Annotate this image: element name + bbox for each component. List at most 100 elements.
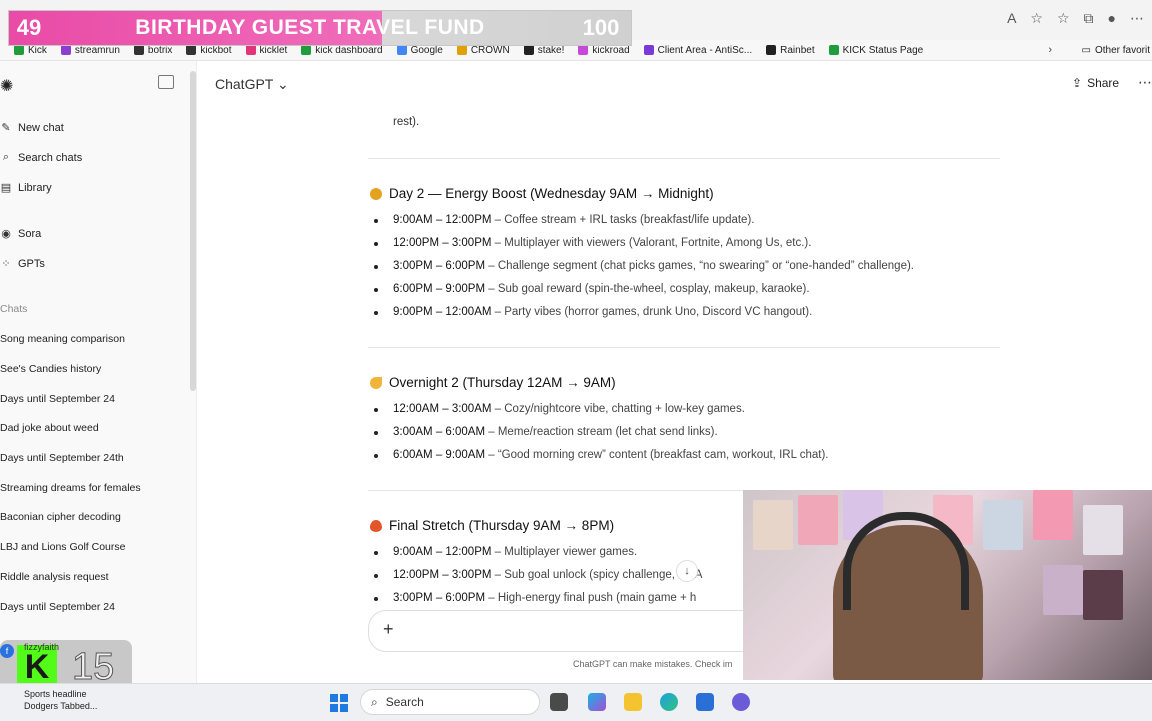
chat-history-item[interactable]: Days until September 24 [0,393,115,405]
bookmark-item[interactable]: botrix [133,44,173,56]
goal-title: BIRTHDAY GUEST TRAVEL FUND [135,16,485,39]
bookmark-icon [578,45,589,55]
nav-library[interactable]: ▤ Library [0,181,52,195]
section-heading: Overnight 2 (Thursday 12AM → 9AM) [370,375,616,390]
search-icon: ⌕ [2,151,10,163]
item-description: – Party vibes (horror games, drunk Uno, … [491,306,813,318]
time-range: 3:00AM – 6:00AM [393,426,486,438]
list-item: 9:00AM – 12:00PM – Multiplayer viewer ga… [374,541,702,564]
library-icon: ▤ [0,182,12,194]
bookmark-label: botrix [147,44,173,56]
nav-new-chat[interactable]: ✎ New chat [0,121,63,135]
favorite-star-icon[interactable]: ☆ [1030,10,1043,27]
time-range: 9:00AM – 12:00PM [393,546,492,558]
list-item: 6:00AM – 9:00AM – “Good morning crew” co… [374,444,829,467]
copilot-icon[interactable] [588,693,606,711]
bookmark-item[interactable]: KICK Status Page [828,45,923,56]
chat-history-item[interactable]: Streaming dreams for females [0,482,141,494]
bookmark-item[interactable]: Google [396,45,443,56]
time-range: 6:00AM – 9:00AM [393,449,486,461]
bookmark-icon [301,45,312,55]
discord-icon[interactable] [732,693,750,711]
collections-icon[interactable]: ⧉ [1084,10,1094,27]
chat-history-item[interactable]: Dad joke about weed [0,422,99,434]
item-description: – Coffee stream + IRL tasks (breakfast/l… [491,214,755,226]
bookmark-item[interactable]: kicklet [245,45,287,56]
list-item: 6:00PM – 9:00PM – Sub goal reward (spin-… [374,278,914,301]
nav-label: GPTs [18,257,45,270]
scroll-down-arrow-icon[interactable]: ↓ [676,560,698,582]
time-range: 3:00PM – 6:00PM [393,260,486,272]
time-range: 12:00PM – 3:00PM [393,569,492,581]
chat-history-item[interactable]: See's Candies history [0,363,101,375]
nav-gpts[interactable]: ⁘ GPTs [0,257,45,271]
sidebar-toggle-icon[interactable] [158,75,174,89]
bookmark-item[interactable]: streamrun [60,45,120,56]
bookmark-label: CROWN [470,44,510,56]
bookmark-item[interactable]: Rainbet [766,45,815,56]
sidebar-scrollbar[interactable] [190,71,196,391]
address-bar-actions: A ☆ ☆ ⧉ ● ⋯ [1007,10,1152,27]
nav-search-chats[interactable]: ⌕ Search chats [0,151,82,164]
chat-history-item[interactable]: LBJ and Lions Golf Course [0,541,126,553]
other-favorites-folder[interactable]: ▭ Other favorit [1082,40,1150,60]
section-title: Day 2 — Energy Boost (Wednesday 9AM → Mi… [389,186,714,201]
chat-history-item[interactable]: Riddle analysis request [0,571,109,583]
bookmark-item[interactable]: Client Area - AntiSc... [643,44,753,56]
bookmarks-overflow-chevron-icon[interactable]: › [1048,40,1052,60]
chat-history-item[interactable]: Baconian cipher decoding [0,511,121,523]
wall-poster [1083,570,1123,620]
more-options-icon[interactable]: ⋯ [1138,74,1152,91]
gpts-icon: ⁘ [1,258,11,270]
bookmark-item[interactable]: kickbot [186,45,232,56]
goal-current-count: 49 [16,15,42,40]
list-item: 3:00AM – 6:00AM – Meme/reaction stream (… [374,421,829,444]
attach-plus-icon[interactable]: + [383,619,394,640]
list-item: 9:00AM – 12:00PM – Coffee stream + IRL t… [374,209,914,232]
nav-label: Search chats [18,151,83,164]
news-title: Sports headline [24,689,87,699]
list-item: 12:00PM – 3:00PM – Sub goal unlock (spic… [374,564,702,587]
chat-history-item[interactable]: Days until September 24 [0,601,115,613]
chat-history-item[interactable]: Days until September 24th [0,452,124,464]
model-selector[interactable]: ChatGPT ⌄ [215,76,289,93]
windows-start-icon[interactable] [330,694,348,712]
section-divider [368,347,1000,348]
read-aloud-icon[interactable]: A [1007,10,1016,27]
bookmark-label: kick dashboard [315,44,383,56]
news-widget[interactable]: Sports headline Dodgers Tabbed... [24,688,97,712]
bookmark-item[interactable]: CROWN [456,44,510,56]
bookmark-item[interactable]: kick dashboard [301,44,383,56]
share-icon: ⇪ [1072,76,1083,90]
item-description: – Sub goal unlock (spicy challenge, Q&A [491,569,703,581]
bookmark-label: Client Area - AntiSc... [657,44,753,56]
bookmark-item[interactable]: stake! [523,45,564,56]
wall-poster [798,495,838,545]
bookmark-item[interactable]: Kick [14,45,47,56]
store-icon[interactable] [696,693,714,711]
nav-sora[interactable]: ◉ Sora [0,227,41,241]
edge-browser-icon[interactable] [660,693,678,711]
section-title: Final Stretch (Thursday 9AM → 8PM) [389,518,615,533]
sora-icon: ◉ [1,228,11,240]
wall-poster [1043,565,1083,615]
file-explorer-icon[interactable] [624,693,642,711]
bookmark-icon [456,45,467,55]
section-heading: Day 2 — Energy Boost (Wednesday 9AM → Mi… [370,186,714,201]
taskbar-search[interactable]: ⌕ Search [360,689,540,715]
profile-icon[interactable]: ● [1108,10,1116,27]
chat-history-item[interactable]: Song meaning comparison [0,333,125,345]
windows-taskbar: Sports headline Dodgers Tabbed... ⌕ Sear… [0,683,1152,721]
list-item: 3:00PM – 6:00PM – Challenge segment (cha… [374,255,914,278]
wall-poster [1033,490,1073,540]
moon-emoji-icon [370,376,382,389]
share-button[interactable]: ⇪ Share [1072,76,1119,90]
bookmark-item[interactable]: kickroad [578,45,630,56]
bookmark-icon [245,45,256,55]
task-view-icon[interactable] [550,693,568,711]
settings-more-icon[interactable]: ⋯ [1130,10,1144,27]
item-description: – Sub goal reward (spin-the-wheel, cospl… [485,283,810,295]
chatgpt-logo-icon[interactable]: ✺ [0,76,13,96]
time-range: 12:00PM – 3:00PM [393,237,492,249]
favorites-icon[interactable]: ☆ [1057,10,1070,27]
